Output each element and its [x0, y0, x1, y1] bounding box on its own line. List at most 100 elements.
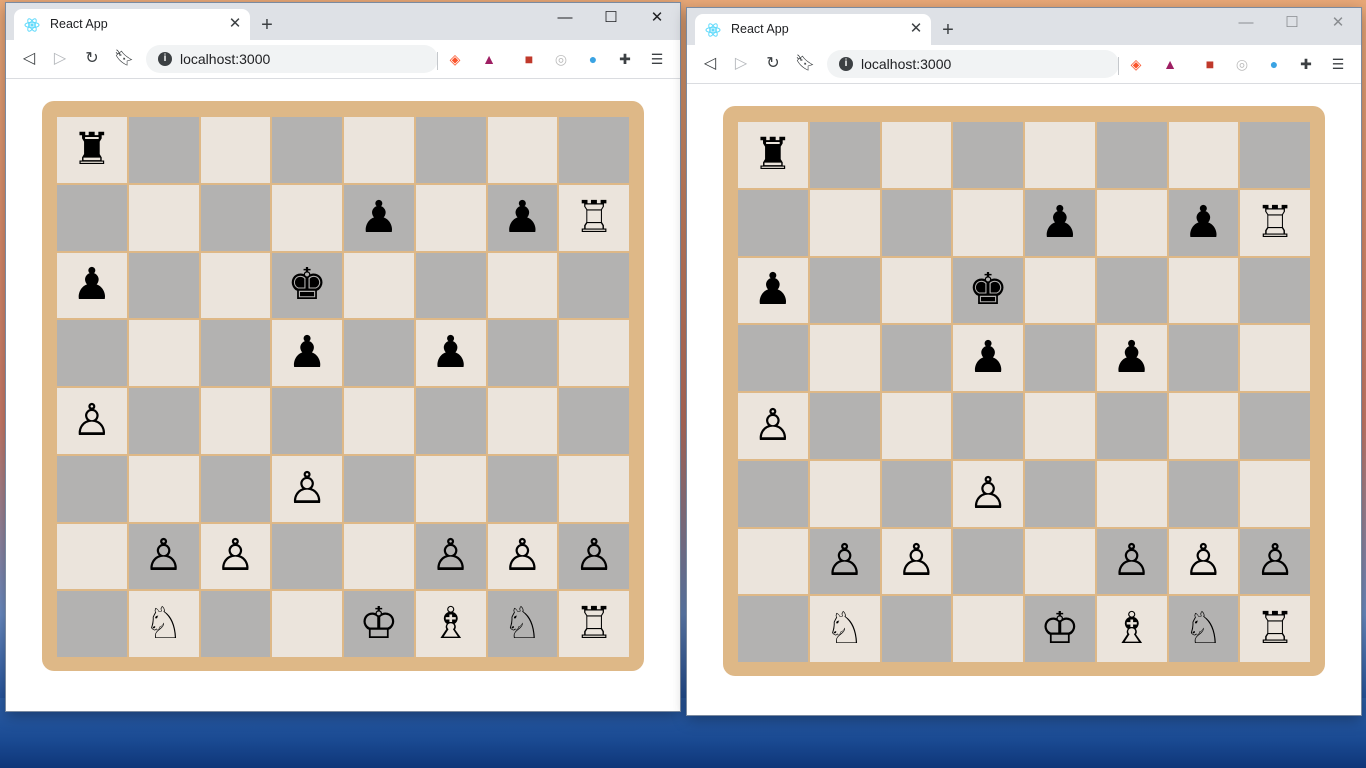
board-square[interactable]: ♙	[57, 388, 127, 454]
board-square[interactable]	[415, 388, 486, 454]
site-info-icon[interactable]: i	[839, 57, 853, 71]
brave-lion-icon[interactable]: ◈	[446, 50, 464, 68]
blue-search-icon[interactable]: ●	[1265, 55, 1283, 73]
board-square[interactable]: ♟	[487, 184, 558, 251]
chess-piece[interactable]: ♖	[1255, 200, 1294, 245]
maximize-button[interactable]: ☐	[588, 3, 634, 33]
board-square[interactable]	[487, 252, 558, 319]
chess-piece[interactable]: ♟	[431, 331, 470, 375]
back-icon[interactable]: ◁	[699, 53, 721, 75]
board-square[interactable]	[344, 252, 414, 319]
board-square[interactable]	[881, 596, 952, 662]
board-square[interactable]	[272, 184, 342, 251]
board-square[interactable]	[57, 320, 127, 386]
board-square[interactable]	[809, 393, 880, 459]
chess-piece[interactable]: ♟	[503, 195, 542, 240]
site-info-icon[interactable]: i	[158, 52, 172, 66]
puzzle-icon[interactable]: ✚	[1297, 55, 1315, 73]
chess-piece[interactable]: ♚	[968, 268, 1007, 312]
board-square[interactable]	[559, 252, 629, 319]
board-square[interactable]	[1240, 393, 1310, 459]
grey-circle-icon[interactable]: ◎	[552, 50, 570, 68]
board-square[interactable]	[809, 325, 880, 391]
board-square[interactable]	[953, 528, 1023, 595]
board-square[interactable]	[1096, 257, 1167, 324]
board-square[interactable]	[1025, 325, 1095, 391]
board-square[interactable]	[1096, 122, 1167, 188]
board-square[interactable]	[809, 122, 880, 188]
board-square[interactable]	[809, 189, 880, 256]
board-square[interactable]: ♙	[1168, 528, 1239, 595]
minimize-button[interactable]: —	[1223, 8, 1269, 38]
chess-piece[interactable]: ♟	[359, 195, 398, 240]
board-square[interactable]	[57, 591, 127, 657]
address-bar[interactable]: i localhost:3000	[827, 50, 1119, 78]
forward-icon[interactable]: ▷	[49, 48, 71, 70]
board-square[interactable]	[344, 117, 414, 183]
board-square[interactable]: ♙	[1096, 528, 1167, 595]
tab-close-button[interactable]: ✕	[226, 15, 244, 33]
board-square[interactable]	[738, 596, 808, 662]
board-square[interactable]: ♗	[1096, 596, 1167, 662]
board-square[interactable]: ♙	[1240, 528, 1310, 595]
chess-piece[interactable]: ♟	[1184, 200, 1223, 245]
board-square[interactable]	[200, 388, 271, 454]
board-square[interactable]	[953, 393, 1023, 459]
board-square[interactable]	[415, 455, 486, 522]
board-square[interactable]	[953, 122, 1023, 188]
chess-piece[interactable]: ♙	[503, 534, 542, 578]
puzzle-icon[interactable]: ✚	[616, 50, 634, 68]
chess-piece[interactable]: ♜	[72, 127, 111, 172]
tab-react-app[interactable]: React App ✕	[695, 14, 931, 45]
board-square[interactable]	[1096, 393, 1167, 459]
chess-piece[interactable]: ♙	[287, 466, 326, 511]
chess-piece[interactable]: ♔	[1040, 607, 1079, 651]
board-square[interactable]	[487, 320, 558, 386]
chess-piece[interactable]: ♟	[968, 336, 1007, 380]
board-square[interactable]	[881, 393, 952, 459]
board-square[interactable]	[1168, 325, 1239, 391]
board-square[interactable]	[953, 189, 1023, 256]
board-square[interactable]	[881, 189, 952, 256]
maximize-button[interactable]: ☐	[1269, 8, 1315, 38]
chess-piece[interactable]: ♙	[431, 534, 470, 578]
board-square[interactable]	[57, 455, 127, 522]
board-square[interactable]: ♘	[809, 596, 880, 662]
board-square[interactable]	[200, 320, 271, 386]
chess-piece[interactable]: ♙	[1255, 539, 1294, 583]
chess-piece[interactable]: ♜	[753, 132, 792, 177]
chess-piece[interactable]: ♗	[1112, 607, 1151, 651]
board-square[interactable]: ♙	[128, 523, 199, 590]
board-square[interactable]	[344, 455, 414, 522]
board-square[interactable]: ♟	[57, 252, 127, 319]
board-square[interactable]	[272, 591, 342, 657]
board-square[interactable]	[1240, 325, 1310, 391]
board-square[interactable]: ♜	[57, 117, 127, 183]
title-bar[interactable]: React App ✕ + — ☐ ✕	[687, 8, 1361, 45]
board-square[interactable]: ♖	[1240, 189, 1310, 256]
board-square[interactable]	[344, 523, 414, 590]
tab-close-button[interactable]: ✕	[907, 20, 925, 38]
board-square[interactable]: ♘	[1168, 596, 1239, 662]
board-square[interactable]	[809, 257, 880, 324]
board-square[interactable]	[128, 252, 199, 319]
chess-piece[interactable]: ♟	[753, 268, 792, 312]
board-square[interactable]	[1025, 528, 1095, 595]
chess-piece[interactable]: ♘	[503, 602, 542, 646]
close-window-button[interactable]: ✕	[1315, 8, 1361, 38]
blue-search-icon[interactable]: ●	[584, 50, 602, 68]
board-square[interactable]	[738, 528, 808, 595]
chess-piece[interactable]: ♖	[574, 602, 613, 646]
board-square[interactable]	[128, 388, 199, 454]
bookmark-icon[interactable]: 🔖︎	[794, 53, 816, 75]
back-icon[interactable]: ◁	[18, 48, 40, 70]
board-square[interactable]	[344, 320, 414, 386]
board-square[interactable]	[559, 388, 629, 454]
board-square[interactable]	[881, 122, 952, 188]
chess-piece[interactable]: ♙	[968, 471, 1007, 516]
board-square[interactable]: ♘	[487, 591, 558, 657]
grey-circle-icon[interactable]: ◎	[1233, 55, 1251, 73]
chess-piece[interactable]: ♙	[1184, 539, 1223, 583]
board-square[interactable]: ♙	[487, 523, 558, 590]
board-square[interactable]	[128, 117, 199, 183]
